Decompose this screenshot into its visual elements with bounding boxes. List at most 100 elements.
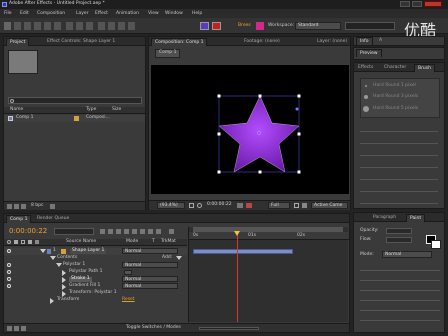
reset-link[interactable]: Reset — [122, 297, 135, 303]
project-search-input[interactable] — [8, 97, 142, 104]
layer-label-swatch[interactable] — [47, 249, 51, 254]
expand-layer-switches-icon[interactable] — [7, 326, 12, 331]
camera-tool-icon[interactable] — [44, 22, 51, 30]
property-mode-select[interactable]: Normal — [122, 283, 178, 289]
comp-timecode[interactable]: 0:00:00:22 — [207, 202, 232, 208]
brush-tool-icon[interactable] — [98, 22, 105, 30]
paint-option-row[interactable] — [360, 285, 440, 291]
snapshot-icon[interactable] — [237, 203, 243, 208]
magnification-select[interactable]: (93.4%) — [157, 202, 185, 209]
show-channel-icon[interactable] — [246, 203, 252, 208]
menu-composition[interactable]: Composition — [37, 11, 65, 17]
graph-icon[interactable] — [169, 229, 174, 234]
layer-duration-bar[interactable] — [193, 249, 293, 254]
comp-mini-flowchart-icon[interactable] — [100, 229, 105, 234]
tab-info[interactable]: Info — [356, 37, 373, 45]
eraser-tool-icon[interactable] — [118, 22, 125, 30]
region-of-interest-icon[interactable] — [294, 203, 299, 208]
tab-paragraph[interactable]: Paragraph — [370, 214, 399, 222]
graph-editor-icon[interactable] — [140, 229, 145, 234]
brush-option-row[interactable] — [360, 187, 438, 192]
tab-footage[interactable]: Footage: (none) — [241, 38, 283, 46]
brush-option-row[interactable] — [360, 127, 438, 132]
paint-mode-select[interactable]: Normal — [382, 251, 432, 258]
comp-viewer[interactable] — [151, 65, 349, 194]
frame-blending-icon[interactable] — [124, 229, 129, 234]
menu-effect[interactable]: Effect — [95, 11, 108, 17]
menu-file[interactable]: File — [4, 11, 12, 17]
brainstorm-icon[interactable] — [148, 229, 153, 234]
pen-tool-icon[interactable] — [76, 22, 83, 30]
menu-animation[interactable]: Animation — [116, 11, 139, 17]
selection-tool-icon[interactable] — [4, 22, 11, 30]
brush-item[interactable]: Hard Round 5 pixels — [361, 106, 439, 113]
timeline-timecode[interactable]: 0:00:00:22 — [9, 227, 47, 235]
hide-shy-icon[interactable] — [116, 229, 121, 234]
property-row[interactable]: Transform Reset — [4, 297, 187, 304]
property-mode-select[interactable]: Normal — [122, 276, 178, 282]
minimize-button[interactable] — [400, 1, 410, 7]
puppet-tool-icon[interactable] — [128, 22, 135, 30]
visibility-eye-icon[interactable] — [7, 270, 11, 274]
tab-layer[interactable]: Layer: (none) — [314, 38, 350, 46]
toggle-switches-modes[interactable]: Toggle Switches / Modes — [126, 325, 181, 331]
transparency-grid-icon[interactable] — [302, 203, 307, 208]
expand-triangle-icon[interactable] — [40, 249, 46, 253]
project-item-row[interactable]: Comp 1 Composi... — [4, 115, 145, 122]
col-trkmat[interactable]: TrkMat — [161, 239, 176, 245]
mask-toggle-icon[interactable] — [197, 203, 202, 208]
current-time-indicator[interactable] — [234, 231, 240, 322]
time-graph[interactable]: 0s 01s 02s — [188, 227, 349, 322]
property-row[interactable]: Polystar 1 Normal — [4, 262, 187, 269]
menu-help[interactable]: Help — [192, 11, 202, 17]
menu-window[interactable]: Window — [165, 11, 183, 17]
property-row[interactable]: Contents Add: — [4, 255, 187, 262]
brush-option-row[interactable] — [360, 151, 438, 156]
paint-opacity-field[interactable] — [386, 228, 412, 234]
layer-mode-select[interactable]: Normal — [122, 248, 178, 254]
tab-effects[interactable]: Effects — [355, 64, 376, 72]
brush-item[interactable]: Hard Round 3 pixels — [361, 94, 439, 101]
timeline-search-input[interactable] — [54, 228, 94, 235]
menu-edit[interactable]: Edit — [20, 11, 29, 17]
layer-row[interactable]: 1 Shape Layer 1 Normal — [4, 248, 187, 255]
tab-preview[interactable]: Preview — [356, 49, 382, 57]
time-ruler[interactable]: 0s 01s 02s — [189, 232, 349, 240]
close-button[interactable] — [424, 1, 442, 7]
expand-triangle-icon[interactable] — [50, 256, 56, 260]
expand-triangle-icon[interactable] — [50, 298, 54, 304]
tab-project[interactable]: Project — [6, 38, 30, 46]
search-help-field[interactable] — [345, 22, 395, 30]
interpret-footage-icon[interactable] — [7, 204, 12, 209]
brush-option-row[interactable] — [360, 139, 438, 144]
tab-render-queue[interactable]: Render Queue — [34, 215, 72, 223]
grid-toggle-icon[interactable] — [189, 203, 194, 208]
shape-tool-icon[interactable] — [66, 22, 73, 30]
tab-effect-controls[interactable]: Effect Controls: Shape Layer 1 — [44, 38, 118, 46]
rotate-tool-icon[interactable] — [34, 22, 41, 30]
clone-tool-icon[interactable] — [108, 22, 115, 30]
brush-option-row[interactable] — [360, 199, 438, 204]
new-comp-icon[interactable] — [21, 204, 26, 209]
draft-3d-icon[interactable] — [108, 229, 113, 234]
camera-select[interactable]: Active Came — [311, 202, 348, 209]
paint-option-row[interactable] — [360, 275, 440, 281]
property-row[interactable]: Polystar Path 1 — [4, 269, 187, 276]
star-shape[interactable] — [151, 65, 349, 194]
expand-triangle-icon[interactable] — [56, 263, 62, 267]
paint-option-row[interactable] — [360, 315, 440, 321]
property-row[interactable]: Transform: Polystar 1 — [4, 290, 187, 297]
visibility-eye-icon[interactable] — [7, 284, 11, 288]
paint-flow-field[interactable] — [386, 237, 412, 243]
paint-option-row[interactable] — [360, 305, 440, 311]
visibility-eye-icon[interactable] — [7, 277, 11, 281]
motion-blur-icon[interactable] — [132, 229, 137, 234]
visibility-eye-icon[interactable] — [7, 263, 11, 267]
property-row[interactable]: Gradient Fill 1 Normal — [4, 283, 187, 290]
col-source-name[interactable]: Source Name — [66, 239, 96, 245]
stroke-swatch[interactable] — [212, 22, 221, 30]
tab-composition[interactable]: Composition: Comp 1 — [151, 38, 208, 46]
col-name[interactable]: Name — [10, 107, 23, 113]
resolution-select[interactable]: Full — [268, 202, 290, 209]
paint-option-row[interactable] — [360, 295, 440, 301]
